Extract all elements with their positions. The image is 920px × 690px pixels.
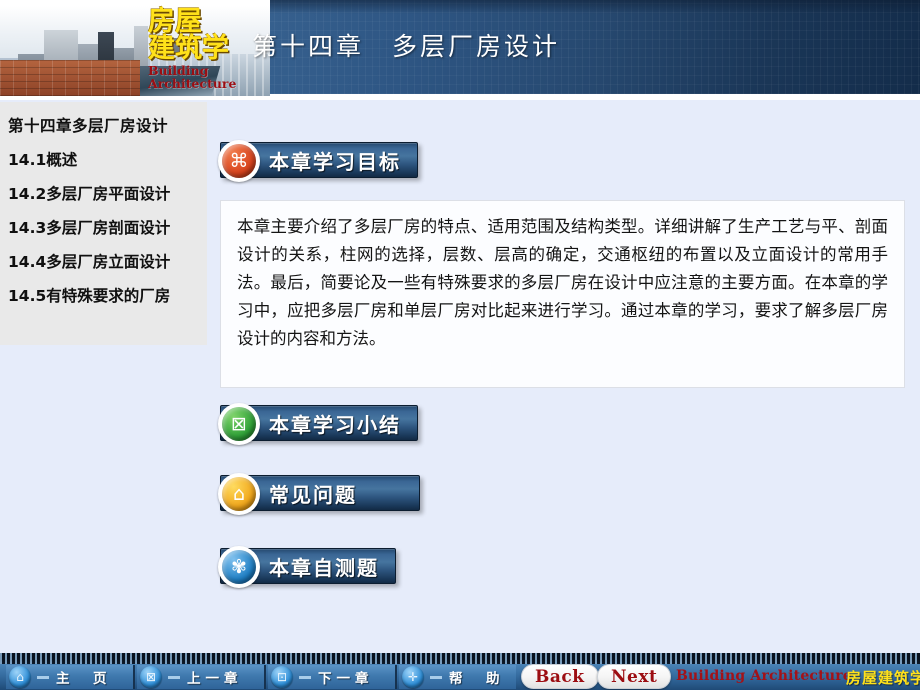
nav-prev-chapter-label: 上一章 xyxy=(187,671,243,687)
button-plate: ✾ 本章自测题 xyxy=(218,546,396,588)
nav-next-chapter[interactable]: ⊡ 下一章 xyxy=(268,665,397,689)
sidebar-item-14-2[interactable]: 14.2多层厂房平面设计 xyxy=(8,186,207,203)
next-button[interactable]: Next xyxy=(597,664,672,689)
nav-dash xyxy=(37,675,49,679)
nav-dash xyxy=(168,675,180,679)
sidebar-item-14-3[interactable]: 14.3多层厂房剖面设计 xyxy=(8,220,207,237)
next-chapter-icon: ⊡ xyxy=(271,666,293,688)
button-label: 常见问题 xyxy=(269,482,357,507)
slide-page: 房屋 建筑学 Building Architecture 第十四章 多层厂房设计… xyxy=(0,0,920,690)
chapter-summary-text: 本章主要介绍了多层厂房的特点、适用范围及结构类型。详细讲解了生产工艺与平、剖面设… xyxy=(237,217,888,348)
back-button[interactable]: Back xyxy=(521,664,599,689)
prev-chapter-icon: ⊠ xyxy=(140,666,162,688)
button-label: 本章学习小结 xyxy=(269,412,401,437)
button-label: 本章自测题 xyxy=(269,555,379,580)
nav-dash xyxy=(430,675,442,679)
button-faq[interactable]: ⌂ 常见问题 xyxy=(218,473,420,515)
footer-brand-chinese: 房屋建筑学 xyxy=(846,669,920,687)
nav-dash xyxy=(299,675,311,679)
chapter-sidebar: 第十四章多层厂房设计 14.1概述 14.2多层厂房平面设计 14.3多层厂房剖… xyxy=(0,102,207,345)
sidebar-item-14-5[interactable]: 14.5有特殊要求的厂房 xyxy=(8,288,207,305)
footer-brand-english: Building Architecture xyxy=(676,668,852,684)
chapter-summary-box: 本章主要介绍了多层厂房的特点、适用范围及结构类型。详细讲解了生产工艺与平、剖面设… xyxy=(220,200,905,388)
sidebar-item-14-1[interactable]: 14.1概述 xyxy=(8,152,207,169)
page-header: 房屋 建筑学 Building Architecture 第十四章 多层厂房设计 xyxy=(0,0,920,100)
page-title: 第十四章 多层厂房设计 xyxy=(252,32,561,61)
nav-home-label: 主 页 xyxy=(56,671,112,687)
main-content: ⌘ 本章学习目标 本章主要介绍了多层厂房的特点、适用范围及结构类型。详细讲解了生… xyxy=(207,100,920,653)
sidebar-item-14-4[interactable]: 14.4多层厂房立面设计 xyxy=(8,254,207,271)
nav-home[interactable]: ⌂ 主 页 xyxy=(6,665,135,689)
command-icon-glyph: ⌘ xyxy=(222,144,256,178)
button-plate: ⊠ 本章学习小结 xyxy=(218,403,418,445)
logo-english-title: Building Architecture xyxy=(148,63,237,91)
button-plate: ⌘ 本章学习目标 xyxy=(218,140,418,182)
button-plate: ⌂ 常见问题 xyxy=(218,473,420,515)
nav-prev-chapter[interactable]: ⊠ 上一章 xyxy=(137,665,266,689)
sidebar-item-chapter[interactable]: 第十四章多层厂房设计 xyxy=(8,118,207,135)
quiz-icon: ✾ xyxy=(218,546,260,588)
quiz-icon-glyph: ✾ xyxy=(222,550,256,584)
home-icon: ⌂ xyxy=(9,666,31,688)
notes-icon: ⊠ xyxy=(218,403,260,445)
button-self-test[interactable]: ✾ 本章自测题 xyxy=(218,546,396,588)
nav-next-chapter-label: 下一章 xyxy=(318,671,374,687)
back-button-label: Back xyxy=(535,666,585,687)
course-logo: 房屋 建筑学 Building Architecture xyxy=(148,8,260,92)
logo-chinese-title: 房屋 建筑学 xyxy=(148,6,229,64)
command-icon: ⌘ xyxy=(218,140,260,182)
notes-icon-glyph: ⊠ xyxy=(222,407,256,441)
nav-help-label: 帮 助 xyxy=(449,671,505,687)
next-button-label: Next xyxy=(611,666,658,687)
nav-help[interactable]: ✛ 帮 助 xyxy=(399,665,516,689)
button-label: 本章学习目标 xyxy=(269,149,401,174)
button-learning-objectives[interactable]: ⌘ 本章学习目标 xyxy=(218,140,418,182)
brick-wall-shape xyxy=(0,60,140,96)
question-person-icon-glyph: ⌂ xyxy=(222,477,256,511)
question-person-icon: ⌂ xyxy=(218,473,260,515)
header-divider xyxy=(0,96,920,98)
help-icon: ✛ xyxy=(402,666,424,688)
button-chapter-summary[interactable]: ⊠ 本章学习小结 xyxy=(218,403,418,445)
bottom-navigation-bar: ⌂ 主 页 ⊠ 上一章 ⊡ 下一章 ✛ 帮 助 Back Next Buildi… xyxy=(0,653,920,690)
